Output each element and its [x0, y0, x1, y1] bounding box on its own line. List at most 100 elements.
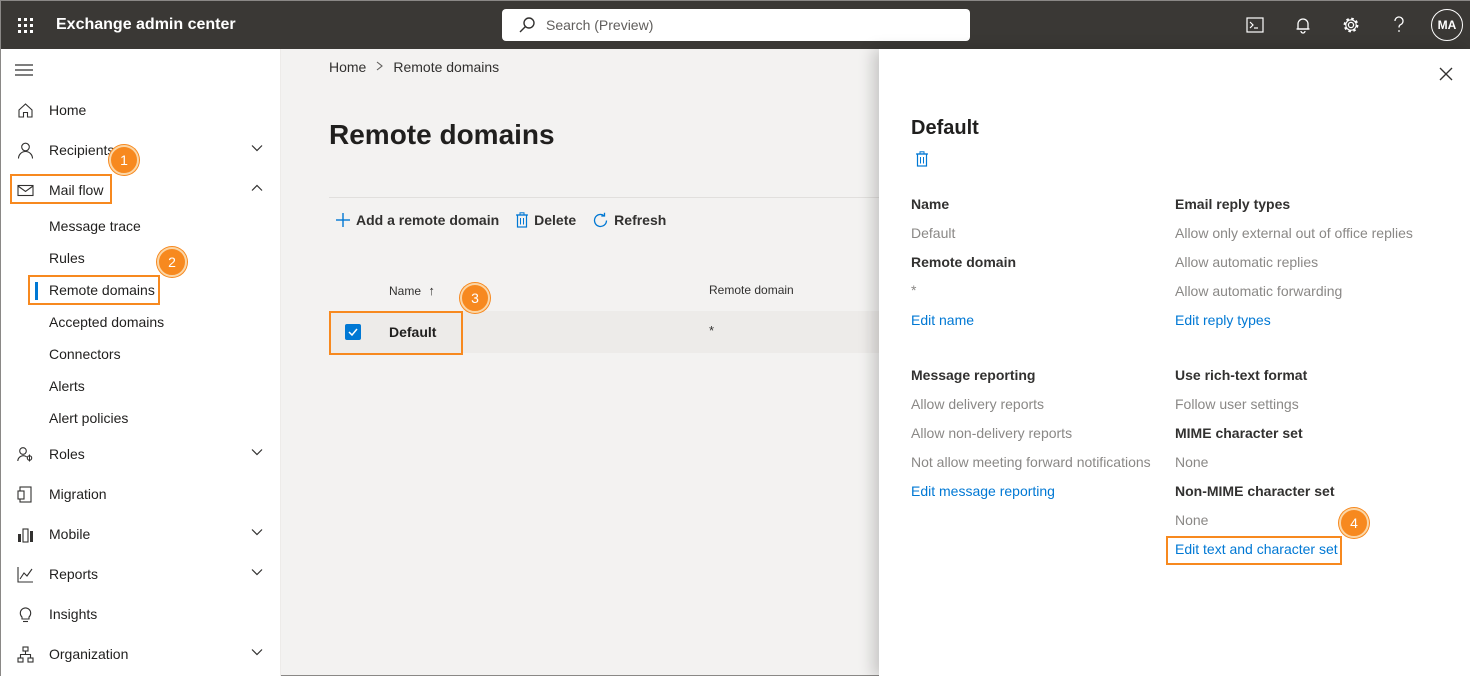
chevron-down-icon[interactable]	[251, 448, 263, 456]
close-icon[interactable]	[1437, 65, 1455, 83]
reply-value: Allow automatic forwarding	[1175, 283, 1343, 299]
sidebar-item-label: Insights	[49, 606, 98, 622]
sidebar-item-mobile[interactable]: Mobile	[1, 516, 281, 552]
column-header-label: Name	[389, 284, 422, 298]
edit-name-link[interactable]: Edit name	[911, 312, 974, 328]
panel-title: Default	[911, 117, 979, 139]
subnav-alert-policies[interactable]: Alert policies	[49, 410, 128, 426]
trash-icon[interactable]	[915, 151, 929, 167]
roles-icon	[17, 447, 33, 462]
edit-reply-types-link[interactable]: Edit reply types	[1175, 312, 1271, 328]
sort-ascending-icon: ↑	[428, 283, 435, 298]
sidebar-item-label: Migration	[49, 486, 107, 502]
page-title: Remote domains	[329, 119, 555, 150]
mime-value: None	[1175, 454, 1209, 470]
gear-icon[interactable]	[1327, 1, 1375, 49]
callout-badge-2: 2	[157, 247, 187, 277]
organization-icon	[17, 646, 34, 663]
rich-text-label: Use rich-text format	[1175, 367, 1308, 383]
callout-badge-3: 3	[460, 283, 490, 313]
row-domain-cell: *	[709, 323, 715, 338]
email-reply-types-label: Email reply types	[1175, 196, 1291, 212]
name-label: Name	[911, 196, 950, 212]
edit-message-reporting-link[interactable]: Edit message reporting	[911, 483, 1055, 499]
sidebar-item-label: Mobile	[49, 526, 91, 542]
refresh-icon	[594, 212, 608, 227]
sidebar-item-organization[interactable]: Organization	[1, 636, 281, 672]
add-remote-domain-label: Add a remote domain	[356, 212, 500, 228]
chevron-down-icon[interactable]	[251, 568, 263, 576]
refresh-label: Refresh	[614, 212, 667, 228]
rich-text-value: Follow user settings	[1175, 396, 1299, 412]
app-title[interactable]: Exchange admin center	[56, 16, 236, 34]
delete-label: Delete	[534, 212, 577, 228]
remote-domain-label: Remote domain	[911, 254, 1017, 270]
hamburger-menu-icon[interactable]	[15, 63, 33, 82]
add-remote-domain-button[interactable]: Add a remote domain	[335, 212, 499, 228]
plus-icon	[336, 213, 350, 227]
callout-box-mail-flow	[10, 174, 112, 204]
sidebar-item-roles[interactable]: Roles	[1, 436, 281, 472]
subnav-rules[interactable]: Rules	[49, 250, 85, 266]
subnav-accepted-domains[interactable]: Accepted domains	[49, 314, 164, 330]
sidebar-item-label: Reports	[49, 566, 99, 582]
breadcrumb: Home Remote domains	[329, 59, 499, 75]
sidebar-item-migration[interactable]: Migration	[1, 476, 281, 512]
non-mime-label: Non-MIME character set	[1175, 483, 1335, 499]
reports-icon	[17, 567, 33, 583]
trash-icon	[516, 212, 529, 228]
sidebar-item-home[interactable]: Home	[1, 92, 281, 128]
column-header-name[interactable]: Name ↑	[389, 283, 435, 298]
callout-badge-1: 1	[109, 145, 139, 175]
app-launcher-icon[interactable]	[1, 1, 49, 49]
search-placeholder: Search (Preview)	[546, 17, 654, 33]
callout-box-default-row	[329, 311, 463, 355]
callout-box-edit-text	[1166, 536, 1342, 565]
reporting-value: Allow non-delivery reports	[911, 425, 1073, 441]
sidebar-item-label: Organization	[49, 646, 129, 662]
terminal-icon[interactable]	[1231, 1, 1279, 49]
chevron-up-icon[interactable]	[251, 184, 263, 192]
delete-button[interactable]: Delete	[515, 212, 576, 228]
reply-value: Allow only external out of office replie…	[1175, 225, 1413, 241]
divider	[329, 197, 881, 198]
chevron-down-icon[interactable]	[251, 528, 263, 536]
home-icon	[18, 103, 33, 118]
chevron-down-icon[interactable]	[251, 144, 263, 152]
breadcrumb-home[interactable]: Home	[329, 59, 366, 75]
avatar[interactable]: MA	[1431, 9, 1463, 41]
subnav-alerts[interactable]: Alerts	[49, 378, 85, 394]
details-panel: Default Name Default Remote domain * Edi…	[879, 49, 1470, 676]
mime-label: MIME character set	[1175, 425, 1303, 441]
person-icon	[17, 142, 34, 159]
top-bar: Exchange admin center Search (Preview) M…	[1, 1, 1470, 49]
non-mime-value: None	[1175, 512, 1209, 528]
help-icon[interactable]	[1375, 1, 1423, 49]
mobile-icon	[18, 528, 33, 543]
reply-value: Allow automatic replies	[1175, 254, 1319, 270]
migration-icon	[17, 486, 32, 503]
sidebar: Home Recipients Mail flow Message trace …	[1, 49, 281, 676]
sidebar-item-label: Home	[49, 102, 87, 118]
search-box[interactable]: Search (Preview)	[502, 9, 970, 41]
subnav-message-trace[interactable]: Message trace	[49, 218, 141, 234]
callout-badge-4: 4	[1339, 508, 1369, 538]
lightbulb-icon	[19, 607, 32, 623]
refresh-button[interactable]: Refresh	[592, 212, 666, 229]
message-reporting-label: Message reporting	[911, 367, 1036, 383]
column-header-remote-domain[interactable]: Remote domain	[709, 283, 794, 297]
sidebar-item-label: Recipients	[49, 142, 115, 158]
subnav-connectors[interactable]: Connectors	[49, 346, 121, 362]
sidebar-item-recipients[interactable]: Recipients	[1, 132, 281, 168]
sidebar-item-label: Roles	[49, 446, 85, 462]
command-bar: Add a remote domain Delete Refresh	[335, 209, 682, 231]
reporting-value: Not allow meeting forward notifications	[911, 454, 1151, 470]
callout-box-remote-domains	[28, 275, 160, 305]
remote-domain-value: *	[911, 282, 917, 298]
bell-icon[interactable]	[1279, 1, 1327, 49]
sidebar-item-insights[interactable]: Insights	[1, 596, 281, 632]
sidebar-item-reports[interactable]: Reports	[1, 556, 281, 592]
chevron-down-icon[interactable]	[251, 648, 263, 656]
search-icon	[519, 17, 535, 33]
chevron-right-icon	[376, 60, 384, 74]
